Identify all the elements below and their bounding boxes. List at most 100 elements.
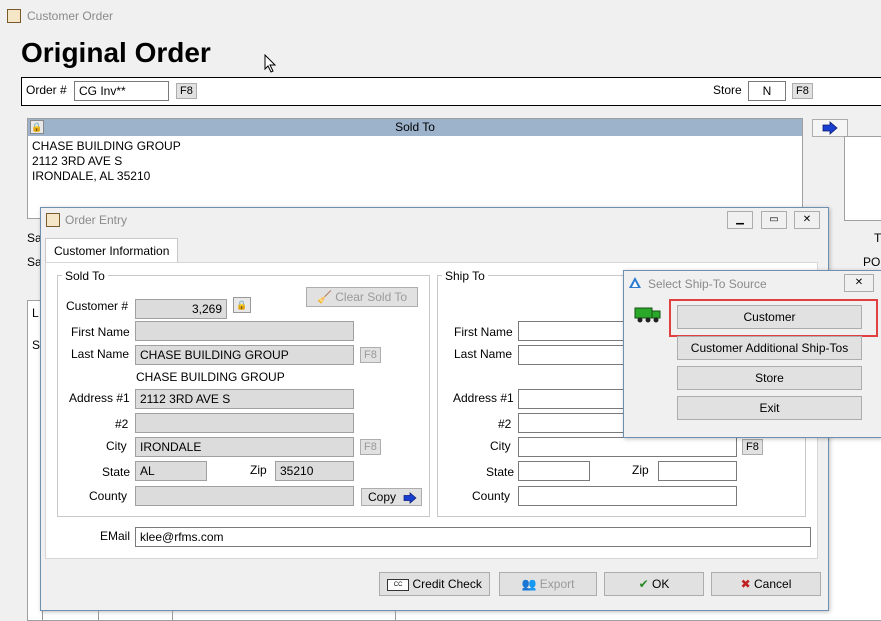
app-logo-icon [629, 277, 641, 288]
bg-grid-bottom-3 [395, 611, 396, 621]
export-label: Export [539, 577, 575, 591]
county-label: County [89, 489, 128, 503]
sold-to-next-button[interactable] [812, 119, 848, 137]
order-entry-window-icon [46, 213, 60, 227]
ok-button[interactable]: ✔ OK [604, 572, 704, 596]
bg-label-t: T [874, 231, 881, 245]
ship-first-name-input[interactable] [518, 321, 628, 341]
ship-state-input[interactable] [518, 461, 590, 481]
ship-last-name-label: Last Name [454, 347, 513, 361]
ship-city-input[interactable] [518, 437, 737, 457]
x-icon: ✖ [740, 577, 751, 591]
order-window-icon [7, 9, 21, 23]
state-label: State [102, 465, 131, 479]
sold-to-group-title: Sold To [62, 269, 108, 283]
option-customer-button[interactable]: Customer [677, 305, 862, 329]
order-entry-title: Order Entry [65, 213, 128, 227]
ship-to-group-title: Ship To [442, 269, 488, 283]
mouse-cursor-icon [264, 54, 277, 73]
ok-label: OK [652, 577, 670, 591]
close-button[interactable]: ✕ [794, 211, 820, 229]
first-name-field [135, 321, 354, 341]
ship-city-label: City [490, 439, 511, 453]
arrow-right-icon [822, 121, 838, 135]
store-label: Store [713, 83, 742, 97]
copy-label: Copy [368, 490, 397, 504]
ship-zip-label: Zip [632, 463, 649, 477]
ship-state-label: State [486, 465, 515, 479]
bg-grid-bottom [98, 611, 99, 621]
sold-to-line-3: IRONDALE, AL 35210 [32, 169, 151, 183]
ship-last-name-input[interactable] [518, 345, 628, 365]
customer-number-label: Customer # [66, 299, 129, 313]
right-side-panel [844, 136, 881, 221]
minimize-button[interactable]: ▁ [727, 211, 753, 229]
option-store-button[interactable]: Store [677, 366, 862, 390]
first-name-label: First Name [71, 325, 130, 339]
ship-to-source-close-button[interactable]: ✕ [844, 274, 874, 292]
last-name-f8-button[interactable]: F8 [360, 347, 381, 363]
ship-address2-label: #2 [498, 417, 512, 431]
address2-field [135, 413, 354, 433]
store-lookup-f8-button[interactable]: F8 [792, 83, 813, 99]
ship-first-name-label: First Name [454, 325, 513, 339]
clear-sold-to-label: Clear Sold To [335, 290, 408, 304]
cancel-label: Cancel [754, 577, 792, 591]
bg-label-po: PO [863, 255, 881, 269]
email-input[interactable]: klee@rfms.com [135, 527, 811, 547]
address1-label: Address #1 [69, 391, 130, 405]
broom-icon: 🧹 [316, 290, 332, 304]
county-field [135, 486, 354, 506]
maximize-button[interactable]: ▭ [761, 211, 787, 229]
ship-address1-label: Address #1 [453, 391, 514, 405]
sold-to-bar: Sold To [28, 119, 802, 136]
last-name-label: Last Name [71, 347, 130, 361]
select-ship-to-source-dialog: Select Ship-To Source ✕ Customer Custome… [623, 270, 881, 438]
sold-to-line-1: CHASE BUILDING GROUP [32, 139, 181, 153]
address2-label: #2 [115, 417, 129, 431]
city-label: City [106, 439, 127, 453]
main-window-title: Customer Order [27, 9, 114, 23]
credit-card-icon: CC [387, 578, 410, 591]
clear-sold-to-button[interactable]: 🧹 Clear Sold To [306, 287, 418, 307]
customer-number-field: 3,269 [135, 299, 227, 319]
truck-icon [634, 305, 662, 326]
sold-to-bar-label: Sold To [395, 120, 435, 134]
ship-city-f8-button[interactable]: F8 [742, 439, 763, 455]
main-titlebar [0, 0, 881, 32]
order-lookup-f8-button[interactable]: F8 [176, 83, 197, 99]
ship-zip-input[interactable] [658, 461, 737, 481]
bg-label-l: L [32, 306, 39, 320]
checkmark-icon: ✔ [638, 577, 649, 591]
copy-button[interactable]: Copy [361, 488, 422, 506]
company-line: CHASE BUILDING GROUP [136, 370, 285, 384]
credit-check-label: Credit Check [412, 577, 482, 591]
export-button[interactable]: 👥 Export [499, 572, 597, 596]
order-number-label: Order # [26, 83, 67, 97]
address1-field: 2112 3RD AVE S [135, 389, 354, 409]
option-customer-additional-ship-tos-button[interactable]: Customer Additional Ship-Tos [677, 336, 862, 360]
ship-county-label: County [472, 489, 511, 503]
email-label: EMail [100, 529, 131, 543]
arrow-right-icon [404, 491, 417, 504]
tab-customer-information[interactable]: Customer Information [45, 238, 179, 263]
credit-check-button[interactable]: CC Credit Check [379, 572, 490, 596]
cancel-button[interactable]: ✖ Cancel [711, 572, 821, 596]
bg-grid-bottom-2 [172, 611, 173, 621]
people-icon: 👥 [521, 577, 537, 591]
page-title: Original Order [21, 37, 211, 68]
ship-to-source-title: Select Ship-To Source [648, 277, 767, 291]
sold-to-lock-icon[interactable]: 🔒 [30, 120, 44, 134]
store-input[interactable]: N [748, 81, 786, 101]
ship-county-input[interactable] [518, 486, 737, 506]
state-field: AL [135, 461, 207, 481]
city-field: IRONDALE [135, 437, 354, 457]
option-exit-button[interactable]: Exit [677, 396, 862, 420]
sold-to-line-2: 2112 3RD AVE S [32, 154, 123, 168]
last-name-field: CHASE BUILDING GROUP [135, 345, 354, 365]
zip-field: 35210 [275, 461, 354, 481]
zip-label: Zip [250, 463, 267, 477]
city-f8-button[interactable]: F8 [360, 439, 381, 455]
customer-lock-icon[interactable]: 🔒 [233, 297, 251, 313]
order-number-input[interactable]: CG Inv** [74, 81, 169, 101]
